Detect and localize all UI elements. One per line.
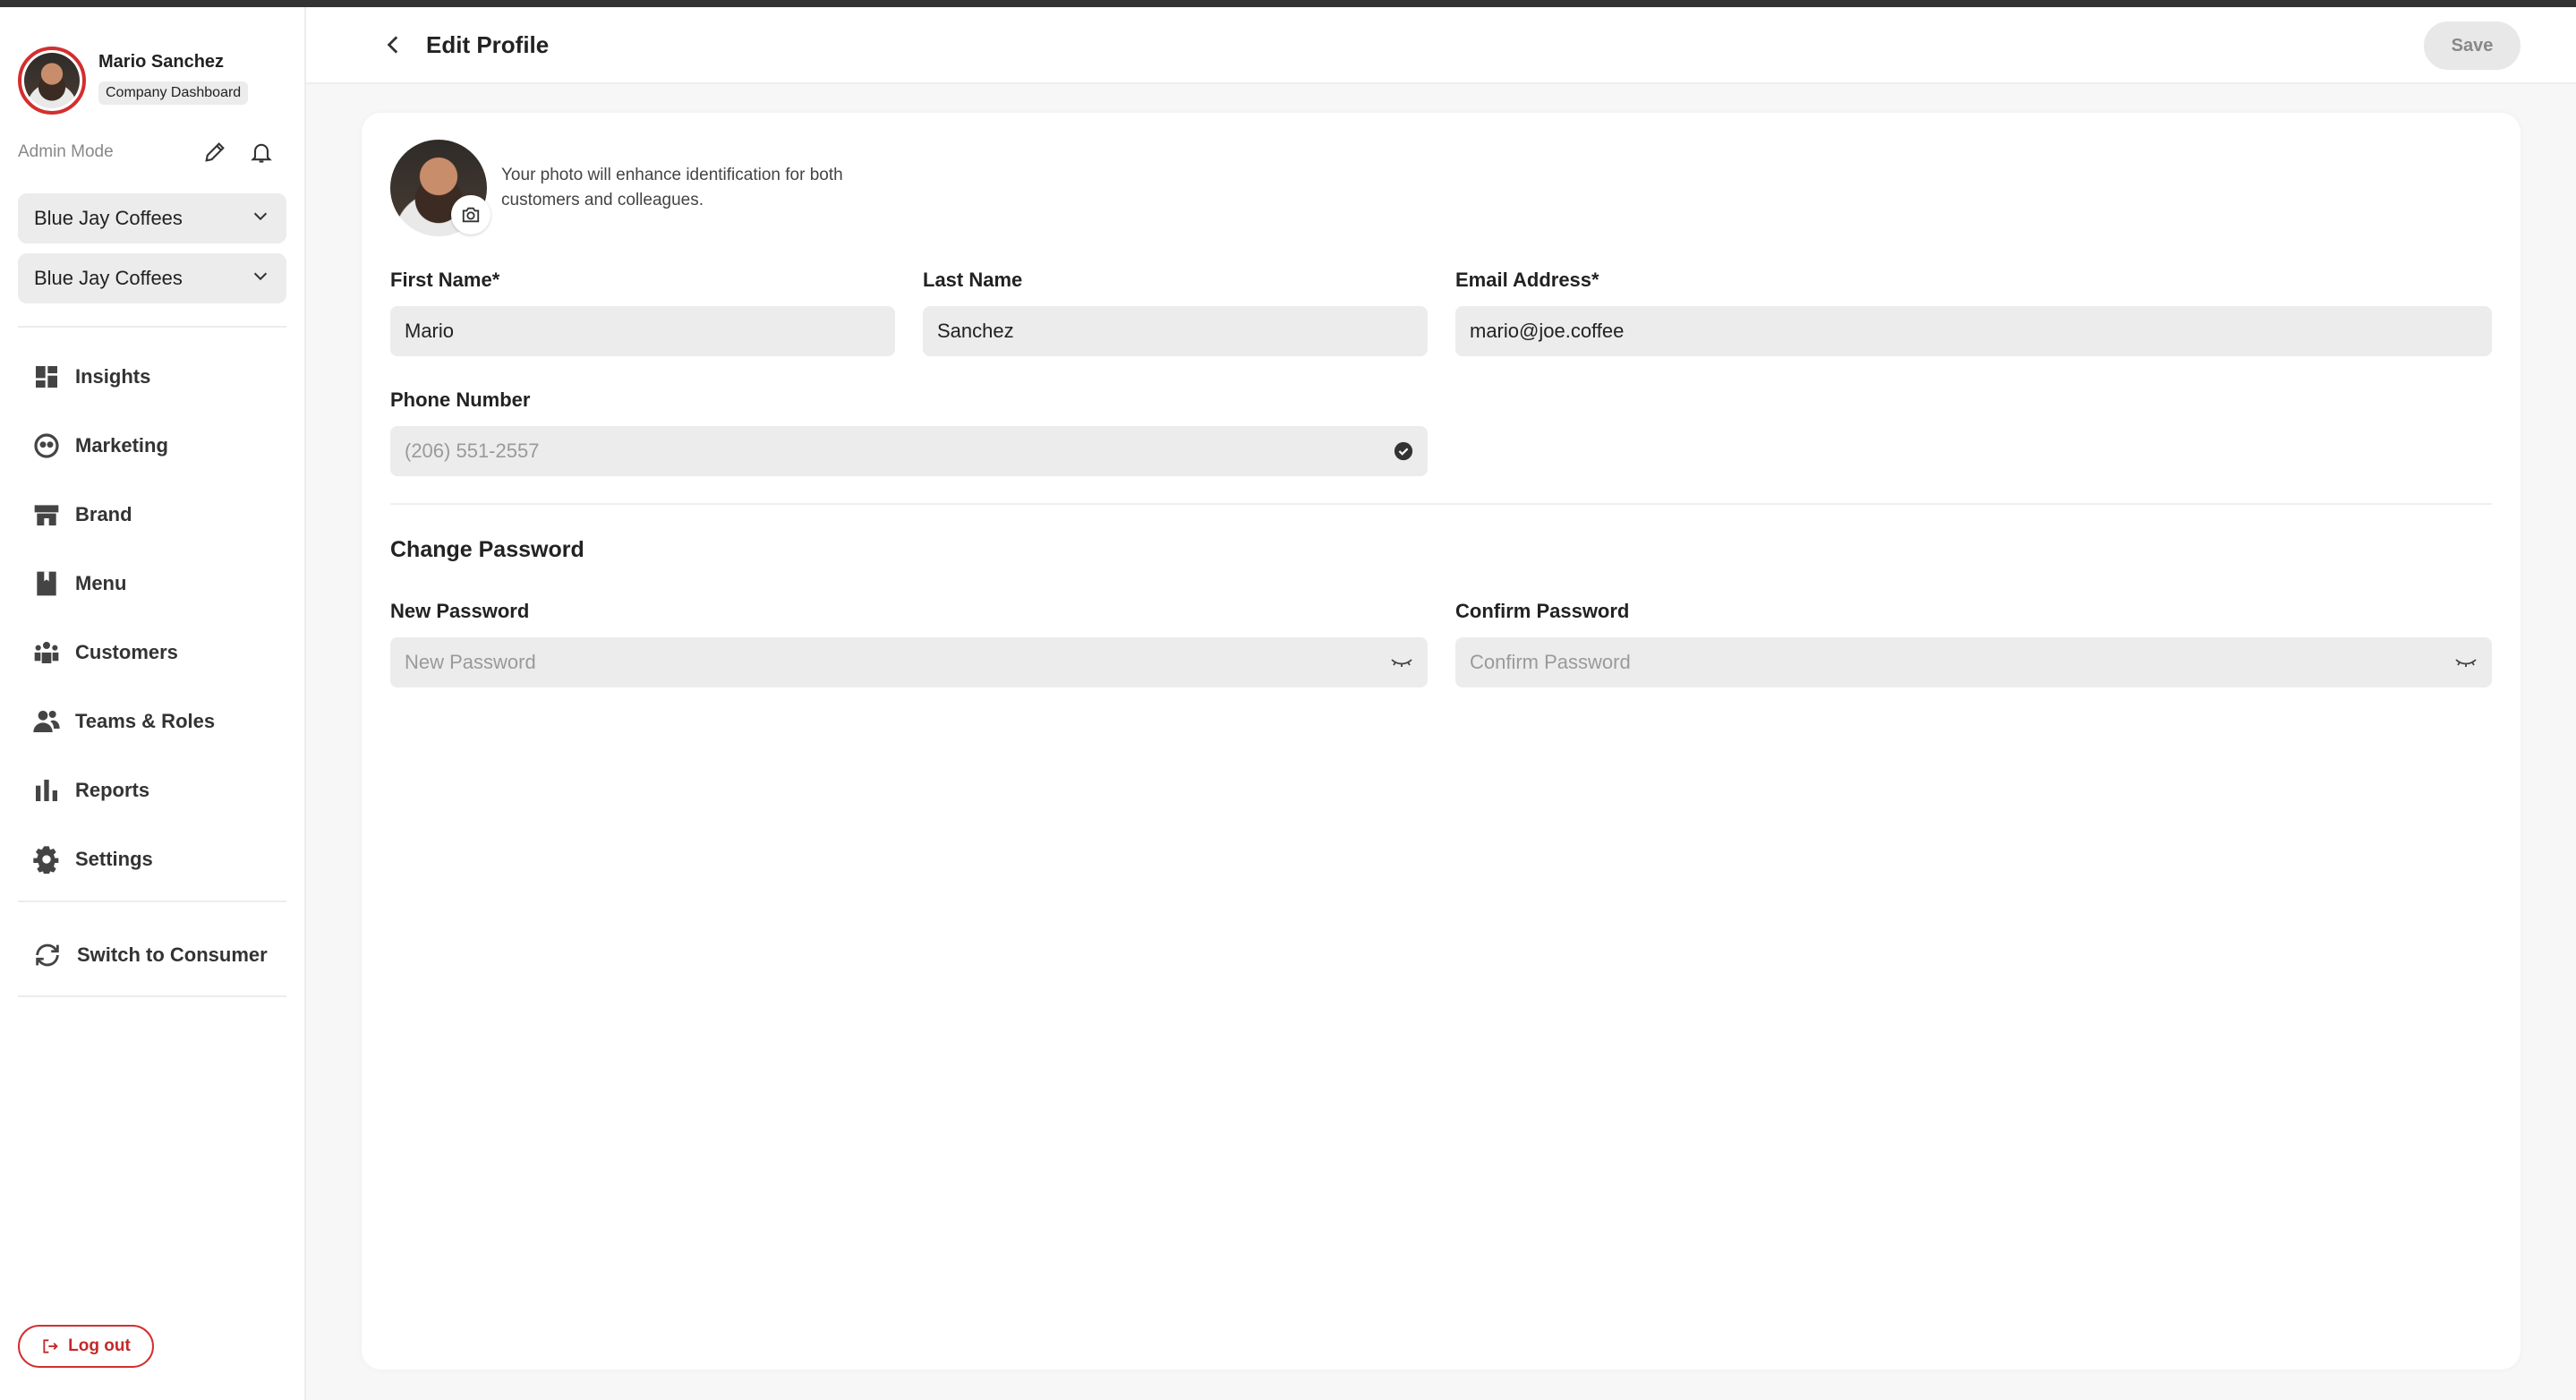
switch-arrows-icon	[36, 943, 59, 967]
bar-chart-icon	[36, 779, 57, 801]
bell-icon[interactable]	[243, 134, 279, 170]
nav-label: Settings	[75, 847, 153, 870]
confirm-password-field[interactable]: Confirm Password	[1455, 637, 2492, 687]
main-nav: Insights Marketing Brand Menu Customers …	[18, 342, 286, 893]
switch-label: Switch to Consumer	[77, 943, 268, 966]
nav-item-menu[interactable]: Menu	[18, 549, 286, 618]
book-icon	[37, 571, 56, 595]
business-selector-value: Blue Jay Coffees	[34, 207, 183, 229]
last-name-field[interactable]: Sanchez	[923, 306, 1428, 356]
grid-icon	[36, 365, 57, 388]
nav-label: Menu	[75, 571, 127, 594]
divider	[18, 326, 286, 328]
divider	[18, 995, 286, 997]
megaphone-icon	[34, 432, 59, 458]
chevron-down-icon	[251, 266, 270, 291]
divider	[18, 901, 286, 902]
edit-profile-card: Your photo will enhance identification f…	[362, 113, 2521, 1370]
last-name-value: Sanchez	[937, 320, 1014, 342]
profile-photo[interactable]	[390, 140, 490, 236]
logout-button[interactable]: Log out	[18, 1325, 154, 1368]
user-name: Mario Sanchez	[98, 52, 225, 72]
admin-mode-row: Admin Mode	[18, 134, 279, 170]
logout-icon	[43, 1339, 58, 1353]
gear-icon	[33, 845, 59, 874]
nav-item-customers[interactable]: Customers	[18, 618, 286, 687]
back-arrow-icon[interactable]	[374, 25, 414, 64]
save-button[interactable]: Save	[2424, 21, 2521, 70]
confirm-password-placeholder: Confirm Password	[1470, 651, 1631, 673]
business-selector[interactable]: Blue Jay Coffees	[18, 193, 286, 243]
new-password-field[interactable]: New Password	[390, 637, 1428, 687]
logout-label: Log out	[68, 1336, 131, 1355]
nav-item-marketing[interactable]: Marketing	[18, 411, 286, 480]
sidebar: Mario Sanchez Company Dashboard Admin Mo…	[0, 7, 306, 1400]
last-name-label: Last Name	[923, 269, 1023, 291]
photo-section: Your photo will enhance identification f…	[390, 140, 886, 236]
camera-icon[interactable]	[451, 195, 490, 235]
phone-label: Phone Number	[390, 388, 531, 411]
new-password-placeholder: New Password	[405, 651, 536, 673]
location-selector-value: Blue Jay Coffees	[34, 267, 183, 289]
company-dashboard-badge: Company Dashboard	[98, 81, 249, 105]
avatar[interactable]	[18, 47, 86, 115]
nav-item-settings[interactable]: Settings	[18, 824, 286, 893]
chevron-down-icon	[251, 206, 270, 231]
page-title: Edit Profile	[426, 30, 550, 58]
eye-closed-icon[interactable]	[1390, 654, 1413, 670]
top-bar	[0, 0, 2576, 7]
nav-item-reports[interactable]: Reports	[18, 755, 286, 824]
first-name-field[interactable]: Mario	[390, 306, 895, 356]
phone-placeholder: (206) 551-2557	[405, 440, 540, 462]
nav-label: Marketing	[75, 433, 168, 457]
change-password-title: Change Password	[390, 537, 584, 562]
email-value: mario@joe.coffee	[1470, 320, 1625, 342]
verified-check-icon	[1394, 441, 1413, 461]
location-selector[interactable]: Blue Jay Coffees	[18, 253, 286, 303]
photo-hint: Your photo will enhance identification f…	[501, 166, 843, 209]
first-name-value: Mario	[405, 320, 455, 342]
phone-field[interactable]: (206) 551-2557	[390, 426, 1428, 476]
confirm-password-label: Confirm Password	[1455, 600, 1630, 622]
user-profile: Mario Sanchez Company Dashboard	[18, 47, 249, 115]
first-name-label: First Name*	[390, 269, 500, 291]
admin-mode-label: Admin Mode	[18, 142, 114, 161]
switch-to-consumer-button[interactable]: Switch to Consumer	[18, 924, 286, 986]
email-field[interactable]: mario@joe.coffee	[1455, 306, 2492, 356]
nav-item-brand[interactable]: Brand	[18, 480, 286, 549]
team-icon	[33, 710, 60, 732]
section-divider	[390, 503, 2492, 505]
nav-label: Insights	[75, 364, 151, 388]
nav-item-insights[interactable]: Insights	[18, 342, 286, 411]
page-header: Edit Profile Save	[306, 7, 2576, 84]
nav-label: Customers	[75, 640, 178, 663]
new-password-label: New Password	[390, 600, 530, 622]
nav-label: Teams & Roles	[75, 709, 216, 732]
nav-label: Brand	[75, 502, 132, 525]
nav-item-teams-roles[interactable]: Teams & Roles	[18, 687, 286, 755]
storefront-icon	[34, 504, 59, 525]
nav-label: Reports	[75, 778, 150, 801]
people-icon	[34, 641, 59, 663]
edit-pencil-icon[interactable]	[197, 134, 233, 170]
email-label: Email Address*	[1455, 269, 1599, 291]
eye-closed-icon[interactable]	[2454, 654, 2478, 670]
